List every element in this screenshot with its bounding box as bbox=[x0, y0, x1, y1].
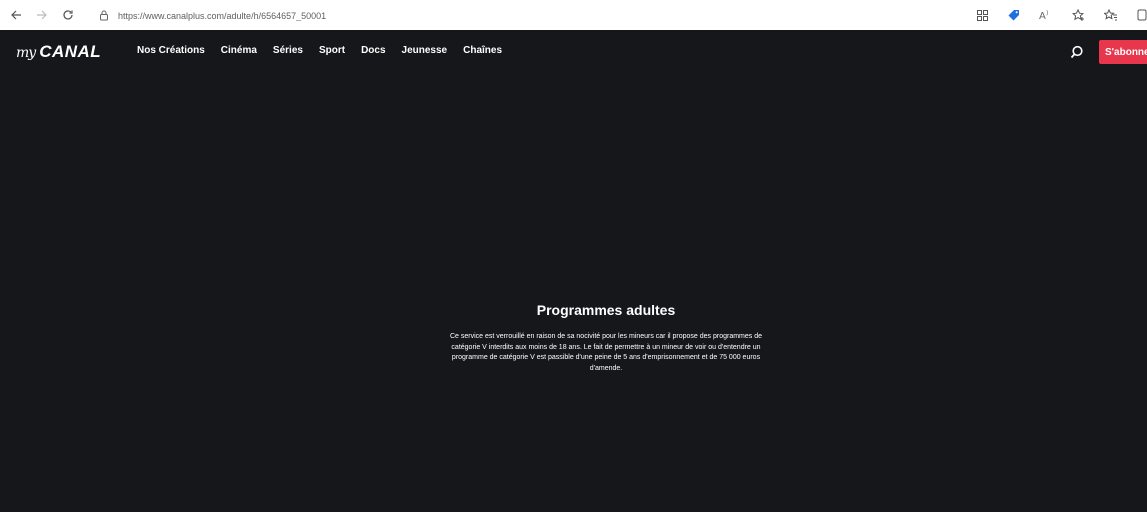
tag-icon[interactable] bbox=[1005, 6, 1023, 24]
nav-item-jeunesse[interactable]: Jeunesse bbox=[402, 45, 448, 56]
back-arrow-icon[interactable] bbox=[5, 4, 27, 26]
logo-name: CANAL bbox=[39, 42, 102, 61]
main-nav: Nos Créations Cinéma Séries Sport Docs J… bbox=[137, 45, 518, 56]
logo-prefix: my bbox=[16, 45, 36, 61]
notice-message: Ce service est verrouillé en raison de s… bbox=[449, 333, 763, 372]
forward-arrow-icon[interactable] bbox=[31, 4, 53, 26]
add-favorite-icon[interactable] bbox=[1069, 6, 1087, 24]
read-aloud-icon[interactable]: A) bbox=[1037, 6, 1055, 24]
svg-text:): ) bbox=[1046, 10, 1048, 17]
collections-icon[interactable] bbox=[1133, 6, 1147, 24]
mycanal-logo[interactable]: my CANAL bbox=[16, 42, 101, 62]
site-header: my CANAL Nos Créations Cinéma Séries Spo… bbox=[0, 30, 1147, 74]
subscribe-button[interactable]: S'abonner bbox=[1099, 40, 1147, 64]
browser-actions: A) bbox=[959, 0, 1147, 30]
nav-item-chaines[interactable]: Chaînes bbox=[463, 45, 502, 56]
browser-toolbar: A) bbox=[0, 0, 1147, 30]
lock-icon[interactable] bbox=[96, 8, 112, 24]
address-bar[interactable] bbox=[96, 6, 976, 25]
nav-item-sport[interactable]: Sport bbox=[319, 45, 345, 56]
main-content: Programmes adultes Ce service est verrou… bbox=[0, 74, 1147, 512]
page-title: Programmes adultes bbox=[536, 302, 676, 318]
apps-icon[interactable] bbox=[973, 6, 991, 24]
adult-content-notice: Programmes adultes Ce service est verrou… bbox=[448, 302, 764, 374]
reload-icon[interactable] bbox=[57, 4, 79, 26]
nav-item-nos-creations[interactable]: Nos Créations bbox=[137, 45, 205, 56]
nav-item-docs[interactable]: Docs bbox=[361, 45, 385, 56]
svg-text:A: A bbox=[1039, 11, 1046, 21]
nav-item-cinema[interactable]: Cinéma bbox=[221, 45, 257, 56]
favorites-icon[interactable] bbox=[1101, 6, 1119, 24]
url-input[interactable] bbox=[118, 10, 618, 21]
nav-item-series[interactable]: Séries bbox=[273, 45, 303, 56]
search-icon[interactable] bbox=[1068, 43, 1086, 61]
